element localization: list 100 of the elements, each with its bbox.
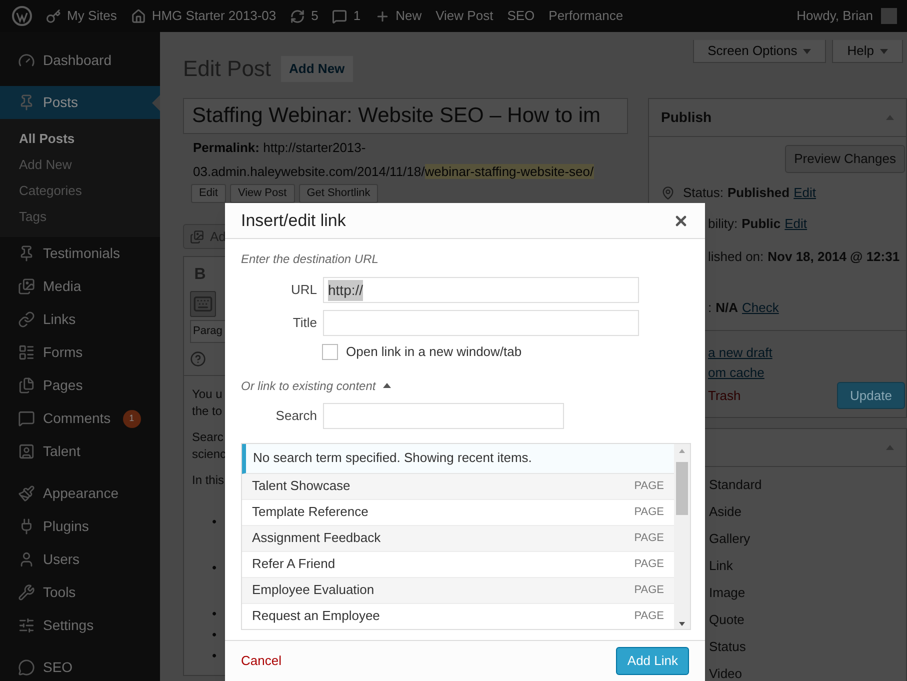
collapse-icon	[886, 445, 894, 450]
status-value: Nov 18, 2014 @ 12:31	[768, 248, 900, 266]
link-icon	[18, 311, 35, 328]
bullet: •	[212, 514, 217, 529]
pin-icon	[661, 186, 675, 200]
sidebar-item[interactable]: Links	[0, 303, 160, 336]
update-button[interactable]: Update	[837, 382, 905, 409]
caret-icon	[880, 48, 888, 54]
sidebar-item[interactable]: Testimonials	[0, 237, 160, 270]
logo-icon[interactable]	[12, 6, 32, 26]
title-label: Title	[292, 314, 318, 332]
bullet: •	[212, 648, 217, 663]
toolbar-link[interactable]: 1	[332, 6, 361, 26]
submenu-item[interactable]: Add New	[0, 152, 160, 178]
submenu-item[interactable]: All Posts	[0, 126, 160, 152]
sidebar-item[interactable]: Tools	[0, 576, 160, 609]
preview-button[interactable]: Preview Changes	[785, 145, 905, 173]
keyboard-icon[interactable]	[190, 291, 216, 317]
result-row[interactable]: Talent Showcase PAGE	[242, 474, 674, 500]
checkbox-label: Open link in a new window/tab	[346, 343, 522, 361]
cancel-link[interactable]: Cancel	[241, 651, 282, 671]
existing-content-toggle[interactable]: Or link to existing content	[241, 376, 391, 394]
notice: No search term specified. Showing recent items.	[242, 444, 674, 474]
url-field[interactable]: http://	[323, 277, 639, 303]
checkbox[interactable]	[322, 344, 338, 360]
triangle-icon	[382, 383, 391, 388]
format-option[interactable]: Image	[709, 579, 906, 606]
list-icon	[18, 344, 35, 361]
add-link-button[interactable]: Add Link	[616, 647, 689, 675]
format-option[interactable]: Link	[709, 552, 906, 579]
title-field[interactable]	[323, 310, 639, 336]
pin-icon	[18, 94, 35, 111]
search-field[interactable]	[323, 402, 564, 428]
format-option[interactable]: Status	[709, 633, 906, 660]
sidebar-item[interactable]: SEO	[0, 651, 160, 681]
format-option[interactable]: Standard	[709, 471, 906, 498]
account-greeting[interactable]: Howdy, Brian	[796, 6, 873, 26]
permalink-button[interactable]: Edit	[191, 184, 226, 203]
format-option[interactable]: Aside	[709, 498, 906, 525]
toolbar-link[interactable]: HMG Starter 2013-03	[130, 6, 276, 26]
paragraph-line: the to	[192, 403, 222, 420]
sidebar-item[interactable]: Users	[0, 543, 160, 576]
toolbar-link[interactable]: New	[374, 6, 422, 26]
edit-link[interactable]: Edit	[794, 183, 816, 203]
paragraph-line: Searc	[192, 429, 224, 446]
help-icon[interactable]	[190, 351, 206, 367]
screen-tab[interactable]: Help	[832, 40, 903, 63]
url-label: URL	[290, 281, 318, 300]
plus-icon	[374, 8, 390, 24]
result-row[interactable]: Refer A Friend PAGE	[242, 552, 674, 578]
result-row[interactable]: Employee Evaluation PAGE	[242, 578, 674, 604]
result-row[interactable]: Request an Employee PAGE	[242, 604, 674, 628]
submenu-item[interactable]: Categories	[0, 178, 160, 204]
item-type: PAGE	[634, 608, 664, 624]
key-icon	[46, 8, 61, 24]
sidebar-item[interactable]: Plugins	[0, 510, 160, 543]
avatar	[881, 8, 897, 24]
sidebar-item[interactable]: Forms	[0, 336, 160, 369]
add-new-button[interactable]: Add New	[281, 56, 353, 82]
pages-icon	[18, 377, 35, 394]
result-row[interactable]: Template Reference PAGE	[242, 500, 674, 526]
item-type: PAGE	[634, 478, 664, 494]
sidebar-item[interactable]: Talent	[0, 435, 160, 468]
permalink-button[interactable]: Get Shortlink	[298, 184, 378, 203]
toolbar-link[interactable]: My Sites	[46, 6, 117, 26]
user-icon	[18, 551, 35, 568]
images-icon	[190, 230, 204, 244]
paintbrush-icon	[18, 485, 35, 502]
bullet: •	[212, 560, 217, 575]
sidebar-item[interactable]: Pages	[0, 369, 160, 402]
paragraph-line: scienc	[192, 446, 226, 463]
trash-link[interactable]: Trash	[708, 386, 741, 406]
collapse-icon	[886, 115, 894, 120]
submenu-item[interactable]: Tags	[0, 204, 160, 230]
sidebar-item[interactable]: Posts	[0, 86, 160, 119]
format-option[interactable]: Video	[709, 660, 906, 681]
sidebar-item[interactable]: Settings	[0, 609, 160, 642]
action-link[interactable]: a new draft	[708, 345, 772, 360]
refresh-icon	[290, 8, 306, 24]
status-value: Public	[742, 214, 781, 233]
sidebar-item[interactable]: Appearance	[0, 477, 160, 510]
format-option[interactable]: Gallery	[709, 525, 906, 552]
panel-title: Publish	[661, 108, 712, 127]
edit-link[interactable]: Edit	[784, 214, 808, 234]
format-option[interactable]: Quote	[709, 606, 906, 633]
action-link[interactable]: om cache	[708, 364, 764, 380]
permalink-button[interactable]: View Post	[230, 184, 295, 203]
intro-text: Enter the destination URL	[241, 251, 380, 268]
toolbar-link[interactable]: SEO	[507, 6, 535, 26]
edit-link[interactable]: Check	[742, 298, 779, 318]
toolbar-link[interactable]: 5	[290, 6, 318, 26]
toolbar-link[interactable]: View Post	[436, 6, 494, 26]
screen-tab[interactable]: Screen Options	[692, 40, 826, 63]
title-field[interactable]: Staffing Webinar: Website SEO – How to im	[183, 98, 628, 134]
sidebar-item[interactable]: Media	[0, 270, 160, 303]
sidebar-item[interactable]: Comments 1	[0, 402, 160, 435]
speech-bubble-icon	[332, 8, 348, 24]
result-row[interactable]: Assignment Feedback PAGE	[242, 526, 674, 552]
toolbar-link[interactable]: Performance	[548, 6, 624, 26]
sidebar-item[interactable]: Dashboard	[0, 44, 160, 77]
